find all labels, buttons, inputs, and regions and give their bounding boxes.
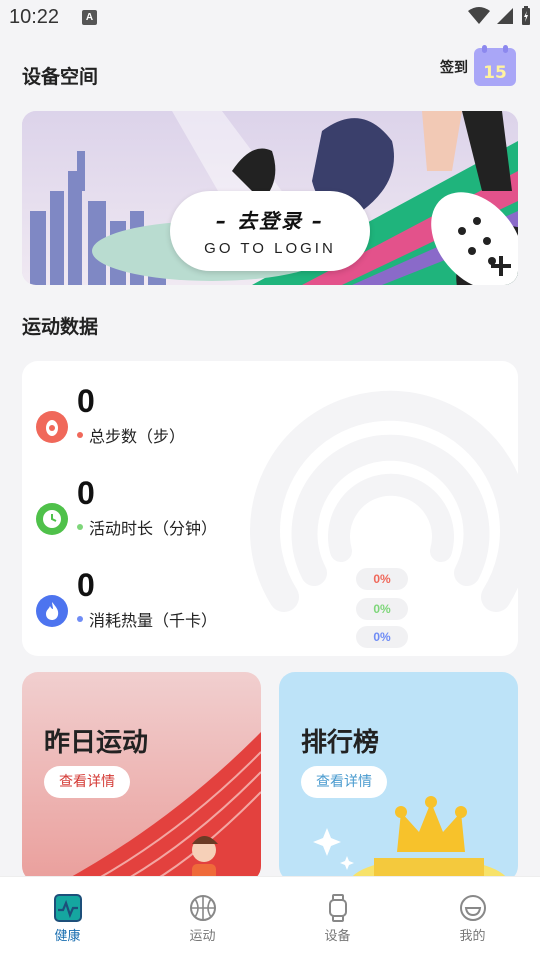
flame-icon — [36, 595, 68, 627]
status-time: 10:22 — [9, 6, 60, 28]
leaderboard-view-details-button[interactable]: 查看详情 — [301, 766, 387, 798]
metric-calories: 0 消耗热量（千卡） — [36, 565, 217, 631]
battery-icon — [522, 6, 530, 25]
tab-mine-label: 我的 — [459, 929, 486, 944]
metric-steps: 0 总步数（步） — [36, 381, 185, 447]
basketball-icon — [189, 894, 217, 922]
watch-icon — [324, 894, 352, 922]
heart-rate-icon — [53, 894, 82, 922]
signin-label: 签到 — [440, 60, 468, 76]
sport-data-title: 运动数据 — [22, 316, 99, 338]
signin-day: 15 — [483, 63, 507, 83]
duration-percent: 0% — [356, 598, 408, 620]
login-title-en: GO TO LOGIN — [204, 240, 336, 257]
duration-dot — [77, 524, 83, 530]
tab-mine[interactable]: 我的 — [405, 877, 540, 960]
calories-label: 消耗热量（千卡） — [89, 611, 218, 630]
tab-device[interactable]: 设备 — [270, 877, 405, 960]
calories-dot — [77, 616, 83, 622]
steps-percent: 0% — [356, 568, 408, 590]
duration-label: 活动时长（分钟） — [89, 519, 218, 538]
tab-health[interactable]: 健康 — [0, 877, 135, 960]
tab-health-label: 健康 — [54, 929, 81, 944]
notification-icon: A — [82, 10, 97, 25]
steps-value: 0 — [77, 383, 95, 419]
tab-sport-label: 运动 — [189, 929, 216, 944]
signin-button[interactable]: 签到 15 — [440, 45, 516, 86]
yesterday-sport-title: 昨日运动 — [44, 728, 149, 758]
page-title: 设备空间 — [22, 66, 99, 88]
add-icon[interactable] — [490, 255, 512, 277]
system-icons — [468, 6, 532, 26]
leaderboard-title: 排行榜 — [301, 728, 380, 758]
steps-dot — [77, 432, 83, 438]
duration-value: 0 — [77, 475, 95, 511]
login-banner[interactable]: – 去登录 – GO TO LOGIN — [22, 111, 518, 285]
wifi-icon — [468, 7, 490, 24]
signal-icon — [497, 8, 513, 24]
calories-value: 0 — [77, 567, 95, 603]
yesterday-view-details-button[interactable]: 查看详情 — [44, 766, 130, 798]
go-to-login-button[interactable]: – 去登录 – GO TO LOGIN — [170, 191, 370, 271]
login-title-cn: – 去登录 – — [216, 209, 324, 233]
yesterday-sport-card[interactable]: 昨日运动 查看详情 — [22, 672, 261, 882]
bottom-tab-bar: 健康 运动 设备 我的 — [0, 876, 540, 960]
calories-percent: 0% — [356, 626, 408, 648]
clock-icon — [36, 503, 68, 535]
metric-duration: 0 活动时长（分钟） — [36, 473, 217, 539]
calendar-icon: 15 — [474, 45, 516, 86]
tab-device-label: 设备 — [324, 929, 351, 944]
sport-data-card[interactable]: 0 总步数（步） 0 活动时长（分钟） 0 消耗热量（千卡） 0% 0% 0% — [22, 361, 518, 656]
tab-sport[interactable]: 运动 — [135, 877, 270, 960]
leaderboard-card[interactable]: 排行榜 查看详情 — [279, 672, 518, 882]
footprint-icon — [36, 411, 68, 443]
status-bar: 10:22 A — [0, 0, 540, 38]
profile-icon — [459, 894, 487, 922]
steps-label: 总步数（步） — [89, 427, 186, 446]
